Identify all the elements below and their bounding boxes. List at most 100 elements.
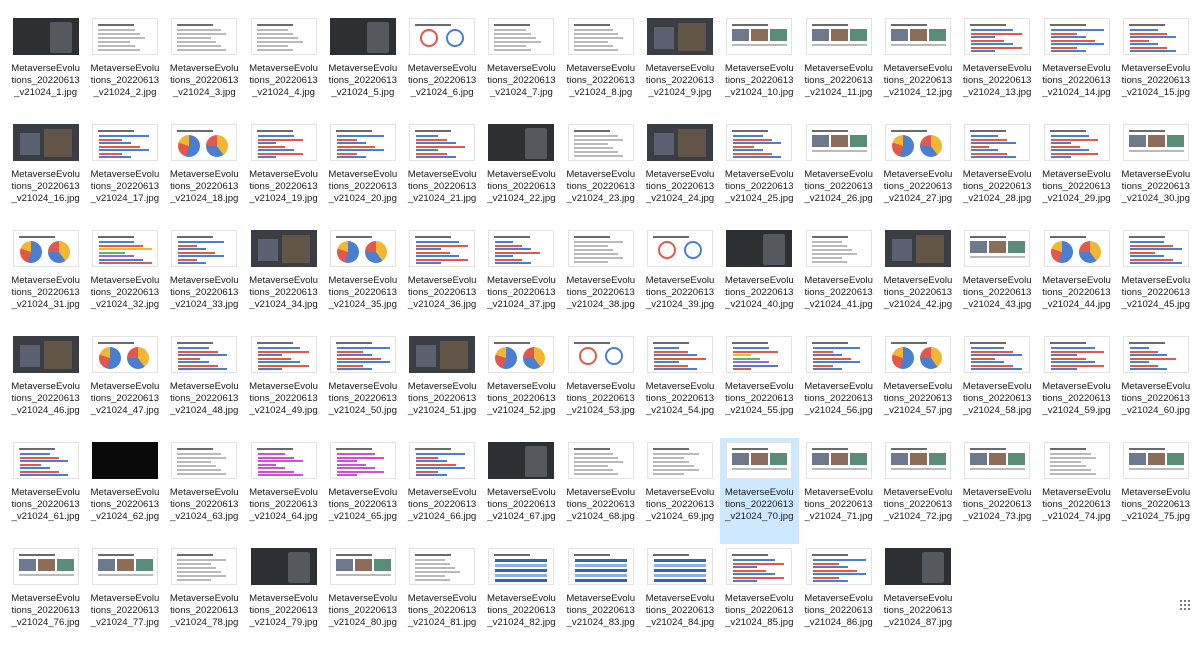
file-item[interactable]: MetaverseEvolu tions_20220613 _v21024_7.jp…	[482, 14, 561, 120]
file-thumbnail	[488, 18, 555, 55]
file-item[interactable]: MetaverseEvolu tions_20220613 _v21024_30.j…	[1116, 120, 1195, 226]
file-item[interactable]: MetaverseEvolu tions_20220613 _v21024_33.j…	[165, 226, 244, 332]
file-name-label: MetaverseEvolu tions_20220613 _v21024_18.j…	[169, 169, 239, 204]
file-item[interactable]: MetaverseEvolu tions_20220613 _v21024_11.j…	[799, 14, 878, 120]
file-item[interactable]: MetaverseEvolu tions_20220613 _v21024_6.jp…	[402, 14, 481, 120]
file-item[interactable]: MetaverseEvolu tions_20220613 _v21024_15.j…	[1116, 14, 1195, 120]
file-item[interactable]: MetaverseEvolu tions_20220613 _v21024_58.j…	[958, 332, 1037, 438]
file-item[interactable]: MetaverseEvolu tions_20220613 _v21024_61.j…	[6, 438, 85, 544]
file-item[interactable]: MetaverseEvolu tions_20220613 _v21024_22.j…	[482, 120, 561, 226]
file-item[interactable]: MetaverseEvolu tions_20220613 _v21024_41.j…	[799, 226, 878, 332]
file-item[interactable]: MetaverseEvolu tions_20220613 _v21024_40.j…	[720, 226, 799, 332]
file-item[interactable]: MetaverseEvolu tions_20220613 _v21024_24.j…	[640, 120, 719, 226]
file-item[interactable]: MetaverseEvolu tions_20220613 _v21024_49.j…	[244, 332, 323, 438]
file-item[interactable]: MetaverseEvolu tions_20220613 _v21024_17.j…	[85, 120, 164, 226]
file-item[interactable]: MetaverseEvolu tions_20220613 _v21024_9.jp…	[640, 14, 719, 120]
file-item[interactable]: MetaverseEvolu tions_20220613 _v21024_36.j…	[402, 226, 481, 332]
file-name-label: MetaverseEvolu tions_20220613 _v21024_67.j…	[487, 487, 556, 522]
file-item[interactable]: MetaverseEvolu tions_20220613 _v21024_84.j…	[640, 544, 719, 650]
file-item[interactable]: MetaverseEvolu tions_20220613 _v21024_87.j…	[878, 544, 957, 650]
file-item[interactable]: MetaverseEvolu tions_20220613 _v21024_64.j…	[244, 438, 323, 544]
file-item[interactable]: MetaverseEvolu tions_20220613 _v21024_16.j…	[6, 120, 85, 226]
file-item[interactable]: MetaverseEvolu tions_20220613 _v21024_32.j…	[85, 226, 164, 332]
file-item[interactable]: MetaverseEvolu tions_20220613 _v21024_3.jp…	[165, 14, 244, 120]
view-toggle-icon[interactable]	[1180, 600, 1194, 610]
file-item[interactable]: MetaverseEvolu tions_20220613 _v21024_12.j…	[878, 14, 957, 120]
file-item[interactable]: MetaverseEvolu tions_20220613 _v21024_59.j…	[1037, 332, 1116, 438]
file-item[interactable]: MetaverseEvolu tions_20220613 _v21024_10.j…	[720, 14, 799, 120]
file-item[interactable]: MetaverseEvolu tions_20220613 _v21024_46.j…	[6, 332, 85, 438]
file-item[interactable]: MetaverseEvolu tions_20220613 _v21024_74.j…	[1037, 438, 1116, 544]
file-item[interactable]: MetaverseEvolu tions_20220613 _v21024_66.j…	[402, 438, 481, 544]
file-item[interactable]: MetaverseEvolu tions_20220613 _v21024_81.j…	[402, 544, 481, 650]
file-thumbnail	[12, 230, 79, 267]
file-item[interactable]: MetaverseEvolu tions_20220613 _v21024_70.j…	[719, 438, 799, 544]
file-item[interactable]: MetaverseEvolu tions_20220613 _v21024_21.j…	[402, 120, 481, 226]
file-item[interactable]: MetaverseEvolu tions_20220613 _v21024_60.j…	[1116, 332, 1195, 438]
file-name-label: MetaverseEvolu tions_20220613 _v21024_24.j…	[645, 169, 715, 204]
file-item[interactable]: MetaverseEvolu tions_20220613 _v21024_18.j…	[165, 120, 244, 226]
file-item[interactable]: MetaverseEvolu tions_20220613 _v21024_50.j…	[323, 332, 402, 438]
file-item[interactable]: MetaverseEvolu tions_20220613 _v21024_83.j…	[561, 544, 640, 650]
file-item[interactable]: MetaverseEvolu tions_20220613 _v21024_38.j…	[561, 226, 640, 332]
file-item[interactable]: MetaverseEvolu tions_20220613 _v21024_1.jp…	[6, 14, 85, 120]
file-item[interactable]: MetaverseEvolu tions_20220613 _v21024_85.j…	[720, 544, 799, 650]
file-item[interactable]: MetaverseEvolu tions_20220613 _v21024_44.j…	[1037, 226, 1116, 332]
file-item[interactable]: MetaverseEvolu tions_20220613 _v21024_42.j…	[878, 226, 957, 332]
file-item[interactable]: MetaverseEvolu tions_20220613 _v21024_63.j…	[165, 438, 244, 544]
file-item[interactable]: MetaverseEvolu tions_20220613 _v21024_76.j…	[6, 544, 85, 650]
file-item[interactable]: MetaverseEvolu tions_20220613 _v21024_54.j…	[640, 332, 719, 438]
file-name-label: MetaverseEvolu tions_20220613 _v21024_34.j…	[249, 275, 318, 310]
file-item[interactable]: MetaverseEvolu tions_20220613 _v21024_57.j…	[878, 332, 957, 438]
file-item[interactable]: MetaverseEvolu tions_20220613 _v21024_69.j…	[640, 438, 719, 544]
file-item[interactable]: MetaverseEvolu tions_20220613 _v21024_65.j…	[323, 438, 402, 544]
file-thumbnail	[329, 442, 396, 479]
file-item[interactable]: MetaverseEvolu tions_20220613 _v21024_45.j…	[1116, 226, 1195, 332]
file-item[interactable]: MetaverseEvolu tions_20220613 _v21024_68.j…	[561, 438, 640, 544]
file-item[interactable]: MetaverseEvolu tions_20220613 _v21024_5.jp…	[323, 14, 402, 120]
file-item[interactable]: MetaverseEvolu tions_20220613 _v21024_28.j…	[958, 120, 1037, 226]
file-item[interactable]: MetaverseEvolu tions_20220613 _v21024_20.j…	[323, 120, 402, 226]
file-item[interactable]: MetaverseEvolu tions_20220613 _v21024_14.j…	[1037, 14, 1116, 120]
file-item[interactable]: MetaverseEvolu tions_20220613 _v21024_29.j…	[1037, 120, 1116, 226]
file-item[interactable]: MetaverseEvolu tions_20220613 _v21024_67.j…	[482, 438, 561, 544]
file-item[interactable]: MetaverseEvolu tions_20220613 _v21024_79.j…	[244, 544, 323, 650]
file-item[interactable]: MetaverseEvolu tions_20220613 _v21024_51.j…	[402, 332, 481, 438]
file-item[interactable]: MetaverseEvolu tions_20220613 _v21024_34.j…	[244, 226, 323, 332]
file-item[interactable]: MetaverseEvolu tions_20220613 _v21024_53.j…	[561, 332, 640, 438]
file-item[interactable]: MetaverseEvolu tions_20220613 _v21024_8.jp…	[561, 14, 640, 120]
file-item[interactable]: MetaverseEvolu tions_20220613 _v21024_62.j…	[85, 438, 164, 544]
file-item[interactable]: MetaverseEvolu tions_20220613 _v21024_2.jp…	[85, 14, 164, 120]
file-name-label: MetaverseEvolu tions_20220613 _v21024_48.j…	[169, 381, 239, 416]
file-item[interactable]: MetaverseEvolu tions_20220613 _v21024_39.j…	[640, 226, 719, 332]
file-thumbnail	[1043, 18, 1110, 55]
file-item[interactable]: MetaverseEvolu tions_20220613 _v21024_78.j…	[165, 544, 244, 650]
file-item[interactable]: MetaverseEvolu tions_20220613 _v21024_52.j…	[482, 332, 561, 438]
file-thumbnail	[805, 336, 872, 373]
file-item[interactable]: MetaverseEvolu tions_20220613 _v21024_86.j…	[799, 544, 878, 650]
file-thumbnail	[409, 230, 476, 267]
file-item[interactable]: MetaverseEvolu tions_20220613 _v21024_71.j…	[799, 438, 878, 544]
file-item[interactable]: MetaverseEvolu tions_20220613 _v21024_35.j…	[323, 226, 402, 332]
file-item[interactable]: MetaverseEvolu tions_20220613 _v21024_26.j…	[799, 120, 878, 226]
file-item[interactable]: MetaverseEvolu tions_20220613 _v21024_48.j…	[165, 332, 244, 438]
file-item[interactable]: MetaverseEvolu tions_20220613 _v21024_77.j…	[85, 544, 164, 650]
file-item[interactable]: MetaverseEvolu tions_20220613 _v21024_19.j…	[244, 120, 323, 226]
file-item[interactable]: MetaverseEvolu tions_20220613 _v21024_23.j…	[561, 120, 640, 226]
file-item[interactable]: MetaverseEvolu tions_20220613 _v21024_55.j…	[720, 332, 799, 438]
file-item[interactable]: MetaverseEvolu tions_20220613 _v21024_27.j…	[878, 120, 957, 226]
file-item[interactable]: MetaverseEvolu tions_20220613 _v21024_73.j…	[958, 438, 1037, 544]
file-item[interactable]: MetaverseEvolu tions_20220613 _v21024_37.j…	[482, 226, 561, 332]
file-item[interactable]: MetaverseEvolu tions_20220613 _v21024_4.jp…	[244, 14, 323, 120]
file-item[interactable]: MetaverseEvolu tions_20220613 _v21024_13.j…	[958, 14, 1037, 120]
file-item[interactable]: MetaverseEvolu tions_20220613 _v21024_43.j…	[958, 226, 1037, 332]
file-item[interactable]: MetaverseEvolu tions_20220613 _v21024_75.j…	[1116, 438, 1195, 544]
file-item[interactable]: MetaverseEvolu tions_20220613 _v21024_47.j…	[85, 332, 164, 438]
file-item[interactable]: MetaverseEvolu tions_20220613 _v21024_56.j…	[799, 332, 878, 438]
file-item[interactable]: MetaverseEvolu tions_20220613 _v21024_31.j…	[6, 226, 85, 332]
file-name-label: MetaverseEvolu tions_20220613 _v21024_28.j…	[962, 169, 1032, 204]
file-item[interactable]: MetaverseEvolu tions_20220613 _v21024_72.j…	[878, 438, 957, 544]
file-item[interactable]: MetaverseEvolu tions_20220613 _v21024_80.j…	[323, 544, 402, 650]
file-item[interactable]: MetaverseEvolu tions_20220613 _v21024_82.j…	[482, 544, 561, 650]
file-item[interactable]: MetaverseEvolu tions_20220613 _v21024_25.j…	[720, 120, 799, 226]
